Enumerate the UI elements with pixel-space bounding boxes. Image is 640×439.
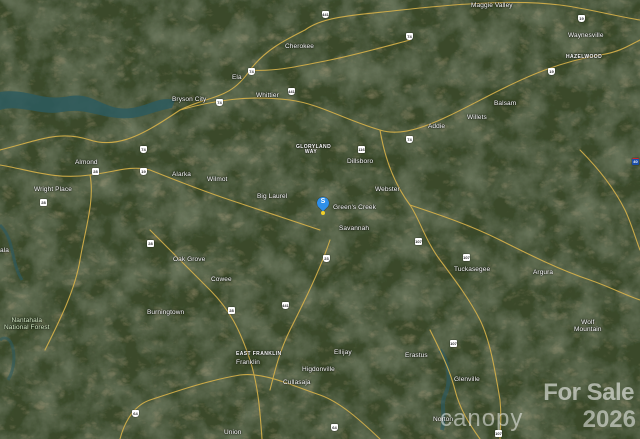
place-bryson-city: Bryson City	[172, 96, 207, 103]
place-balsam: Balsam	[494, 100, 517, 107]
place-nantahala-national-forest: Nantahala National Forest	[4, 317, 50, 331]
route-shield-19: 19	[548, 68, 555, 75]
route-shield-441: 441	[288, 88, 295, 95]
place-maggie-valley: Maggie Valley	[471, 2, 513, 9]
route-shield-107: 107	[415, 238, 422, 245]
place-ala: ala	[0, 247, 9, 254]
place-waynesville: Waynesville	[568, 32, 604, 39]
route-shield-74: 74	[248, 68, 255, 75]
place-alarka: Alarka	[172, 171, 192, 178]
place-oak-grove: Oak Grove	[173, 256, 206, 263]
place-whittier: Whittier	[256, 92, 279, 99]
route-shield-40: 40	[632, 158, 639, 165]
place-addie: Addie	[428, 123, 446, 130]
route-shield-116: 116	[358, 146, 365, 153]
place-ellijay: Ellijay	[334, 349, 352, 356]
satellite-map[interactable]: Maggie Valley Waynesville HAZELWOOD Cher…	[0, 0, 640, 439]
route-shield-64: 64	[132, 410, 139, 417]
route-shield-28: 28	[92, 168, 99, 175]
route-shield-441: 441	[282, 302, 289, 309]
route-shield-74: 74	[406, 33, 413, 40]
route-shield-107: 107	[463, 254, 470, 261]
place-dillsboro: Dillsboro	[347, 158, 374, 165]
place-savannah: Savannah	[339, 225, 370, 232]
route-shield-64: 64	[331, 424, 338, 431]
place-burningtown: Burningtown	[147, 309, 185, 316]
route-shield-74: 74	[216, 99, 223, 106]
route-shield-107: 107	[450, 340, 457, 347]
watermark-for-sale: For Sale	[543, 379, 634, 406]
route-shield-74: 74	[406, 136, 413, 143]
route-shield-28: 28	[147, 240, 154, 247]
place-ela: Ela	[232, 74, 242, 81]
place-gloryland-way: GLORYLAND WAY	[296, 144, 332, 155]
property-marker-pin-icon[interactable]: S	[314, 194, 332, 215]
place-franklin: Franklin	[236, 359, 260, 366]
marker-letter: S	[320, 198, 326, 205]
route-shield-23: 23	[323, 255, 330, 262]
place-east-franklin: EAST FRANKLIN	[236, 351, 282, 357]
place-argura: Argura	[533, 269, 554, 276]
place-wolf-mountain: Wolf Mountain	[574, 319, 602, 333]
place-cherokee: Cherokee	[285, 43, 314, 50]
place-cowee: Cowee	[211, 276, 232, 283]
route-shield-19: 19	[140, 168, 147, 175]
place-wilmot: Wilmot	[207, 176, 228, 183]
place-cullasaja: Cullasaja	[283, 379, 311, 386]
watermark-year: 2026	[582, 406, 636, 433]
marker-dot	[321, 211, 325, 215]
place-greens-creek: Green's Creek	[333, 204, 377, 211]
place-union: Union	[224, 429, 242, 436]
place-hazelwood: HAZELWOOD	[566, 54, 603, 60]
place-higdonville: Higdonville	[302, 366, 335, 373]
route-shield-19: 19	[578, 15, 585, 22]
place-willets: Willets	[467, 114, 487, 121]
route-shield-28: 28	[228, 307, 235, 314]
place-big-laurel: Big Laurel	[257, 193, 288, 200]
watermark: For Sale canopy 2026	[436, 379, 636, 435]
place-almond: Almond	[75, 159, 98, 166]
place-wright-place: Wright Place	[34, 186, 72, 193]
place-tuckasegee: Tuckasegee	[454, 266, 491, 273]
place-webster: Webster	[375, 186, 400, 193]
route-shield-441: 441	[322, 11, 329, 18]
route-shield-28: 28	[40, 199, 47, 206]
place-erastus: Erastus	[405, 352, 428, 359]
watermark-brand: canopy	[440, 405, 524, 432]
route-shield-74: 74	[140, 146, 147, 153]
